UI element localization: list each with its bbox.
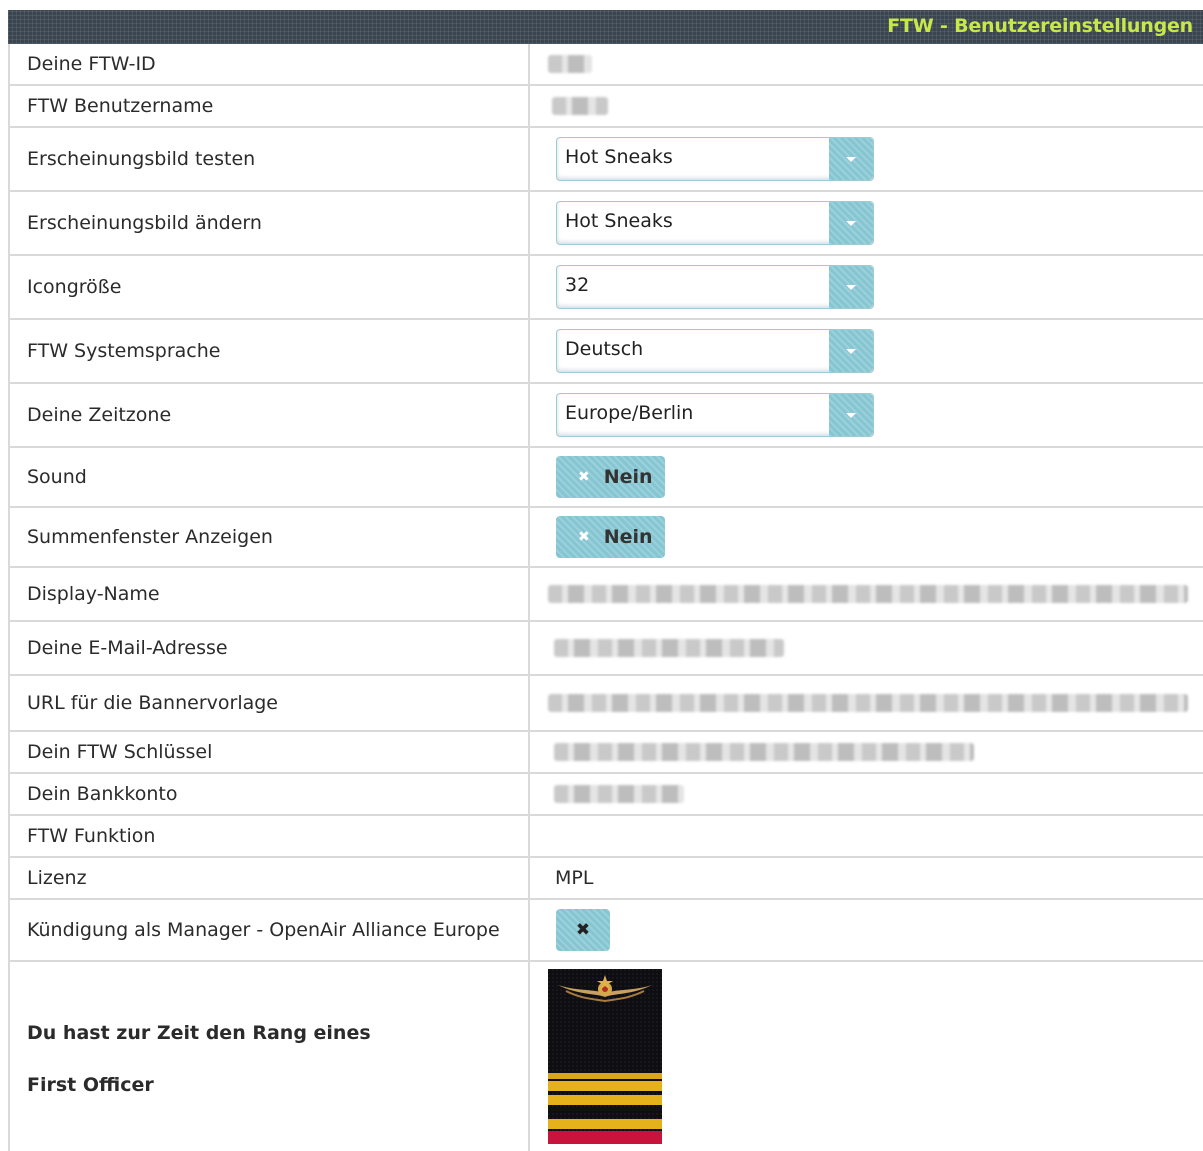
- row-display-name: Display-Name: [8, 568, 1203, 622]
- sound-toggle[interactable]: ✖ Nein: [556, 456, 665, 498]
- page-title: FTW - Benutzereinstellungen: [887, 15, 1193, 37]
- username-value-redacted: [552, 97, 608, 115]
- license-value: MPL: [555, 867, 594, 889]
- row-banner-url: URL für die Bannervorlage: [8, 676, 1203, 732]
- row-language: FTW Systemsprache Deutsch: [8, 320, 1203, 384]
- chevron-down-icon[interactable]: [829, 394, 873, 436]
- resign-button[interactable]: ✖: [556, 909, 610, 951]
- username-label: FTW Benutzername: [27, 95, 214, 117]
- chevron-down-icon[interactable]: [829, 202, 873, 244]
- banner-url-value-redacted[interactable]: [548, 694, 1188, 712]
- language-label: FTW Systemsprache: [27, 340, 221, 362]
- bank-value-redacted: [554, 785, 684, 803]
- license-label: Lizenz: [27, 867, 87, 889]
- icon-size-label: Icongröße: [27, 276, 122, 298]
- row-sound: Sound ✖ Nein: [8, 448, 1203, 508]
- row-ftw-id: Deine FTW-ID: [8, 44, 1203, 86]
- row-timezone: Deine Zeitzone Europe/Berlin: [8, 384, 1203, 448]
- theme-test-label: Erscheinungsbild testen: [27, 148, 256, 170]
- theme-change-label: Erscheinungsbild ändern: [27, 212, 262, 234]
- summary-window-toggle[interactable]: ✖ Nein: [556, 516, 665, 558]
- function-label: FTW Funktion: [27, 825, 156, 847]
- ftw-id-value-redacted: [548, 55, 592, 73]
- row-bank: Dein Bankkonto: [8, 774, 1203, 816]
- row-summary-window: Summenfenster Anzeigen ✖ Nein: [8, 508, 1203, 568]
- row-theme-change: Erscheinungsbild ändern Hot Sneaks: [8, 192, 1203, 256]
- chevron-down-icon[interactable]: [829, 138, 873, 180]
- chevron-down-icon[interactable]: [829, 330, 873, 372]
- row-license: Lizenz MPL: [8, 858, 1203, 900]
- language-select[interactable]: Deutsch: [556, 329, 874, 373]
- row-theme-test: Erscheinungsbild testen Hot Sneaks: [8, 128, 1203, 192]
- ftw-id-label: Deine FTW-ID: [27, 53, 156, 75]
- summary-window-label: Summenfenster Anzeigen: [27, 526, 273, 548]
- icon-size-select[interactable]: 32: [556, 265, 874, 309]
- row-username: FTW Benutzername: [8, 86, 1203, 128]
- sound-label: Sound: [27, 466, 87, 488]
- display-name-label: Display-Name: [27, 583, 160, 605]
- row-resign: Kündigung als Manager - OpenAir Alliance…: [8, 900, 1203, 962]
- row-email: Deine E-Mail-Adresse: [8, 622, 1203, 676]
- email-label: Deine E-Mail-Adresse: [27, 637, 228, 659]
- ftw-key-label: Dein FTW Schlüssel: [27, 741, 213, 763]
- timezone-label: Deine Zeitzone: [27, 404, 172, 426]
- rank-name: First Officer: [27, 1074, 154, 1096]
- timezone-select[interactable]: Europe/Berlin: [556, 393, 874, 437]
- row-ftw-key: Dein FTW Schlüssel: [8, 732, 1203, 774]
- theme-change-select[interactable]: Hot Sneaks: [556, 201, 874, 245]
- settings-header: FTW - Benutzereinstellungen: [8, 10, 1203, 44]
- epaulette-icon: [548, 969, 662, 1144]
- resign-label: Kündigung als Manager - OpenAir Alliance…: [27, 919, 500, 941]
- rank-intro: Du hast zur Zeit den Rang eines: [27, 1022, 371, 1044]
- close-icon: ✖: [578, 469, 590, 485]
- display-name-value-redacted[interactable]: [548, 585, 1188, 603]
- email-value-redacted[interactable]: [554, 639, 784, 657]
- chevron-down-icon[interactable]: [829, 266, 873, 308]
- close-icon: ✖: [578, 529, 590, 545]
- bank-label: Dein Bankkonto: [27, 783, 178, 805]
- ftw-key-value-redacted: [554, 743, 974, 761]
- theme-test-select[interactable]: Hot Sneaks: [556, 137, 874, 181]
- banner-url-label: URL für die Bannervorlage: [27, 692, 278, 714]
- row-function: FTW Funktion: [8, 816, 1203, 858]
- row-icon-size: Icongröße 32: [8, 256, 1203, 320]
